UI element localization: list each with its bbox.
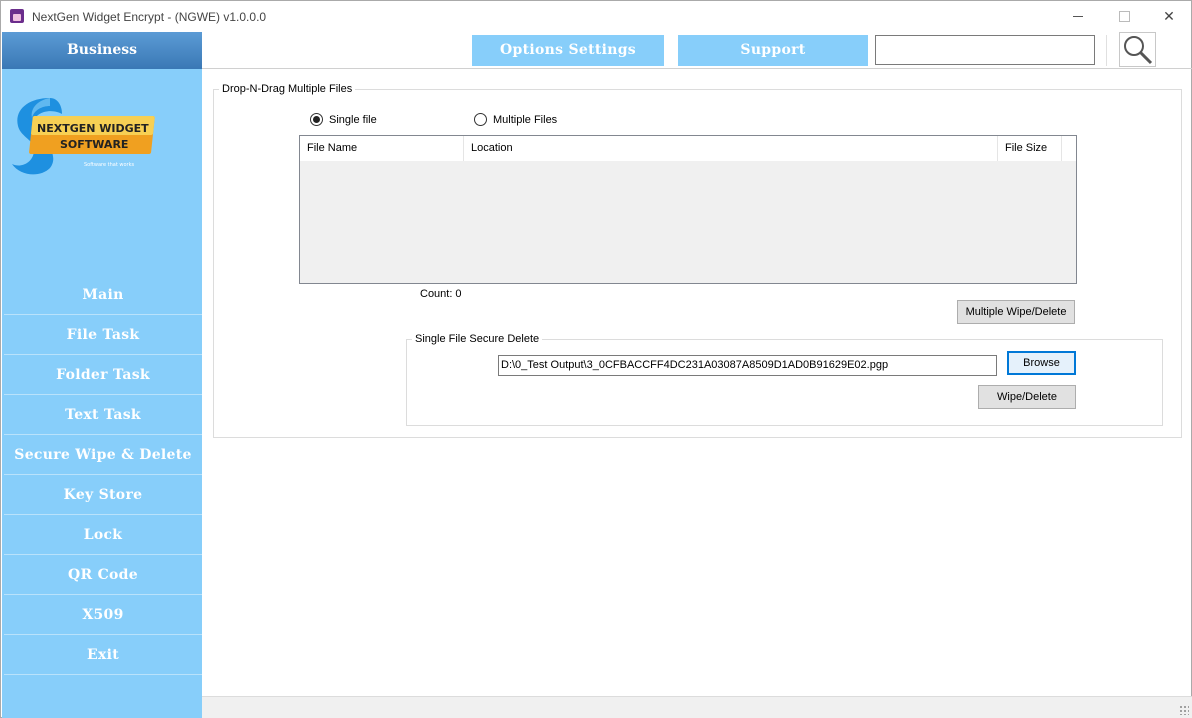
nav-item-lock[interactable]: Lock [4,515,202,555]
sidebar-header: Business [2,32,202,69]
svg-text:SOFTWARE: SOFTWARE [60,138,128,151]
toolbar-divider [1106,35,1107,66]
count-label: Count: 0 [420,288,462,300]
support-button[interactable]: Support [678,35,868,66]
sidebar: Business NEXTGEN WIDGET SOFTWARE Softwar… [2,32,202,718]
column-location[interactable]: Location [464,136,998,161]
close-button[interactable]: ✕ [1146,1,1192,32]
file-path-field[interactable]: D:\0_Test Output\3_0CFBACCFF4DC231A03087… [498,355,997,376]
nav-item-file-task[interactable]: File Task [4,315,202,355]
maximize-button[interactable] [1101,1,1147,32]
count-value: 0 [455,288,462,300]
header-divider [202,68,1192,69]
single-file-radio-label: Single file [329,113,377,126]
svg-text:NEXTGEN WIDGET: NEXTGEN WIDGET [37,122,149,135]
app-window: NextGen Widget Encrypt - (NGWE) v1.0.0.0… [0,0,1192,718]
nav-item-main[interactable]: Main [4,275,202,315]
resize-grip-icon[interactable] [1179,705,1189,715]
column-file-name[interactable]: File Name [300,136,464,161]
company-logo: NEXTGEN WIDGET SOFTWARE Software that wo… [12,98,155,175]
radio-unchecked-icon [474,113,487,126]
options-settings-button[interactable]: Options Settings [472,35,664,66]
nav-item-folder-task[interactable]: Folder Task [4,355,202,395]
window-title: NextGen Widget Encrypt - (NGWE) v1.0.0.0 [32,10,267,24]
count-text: Count: [420,288,453,300]
title-bar: NextGen Widget Encrypt - (NGWE) v1.0.0.0… [1,1,1191,32]
browse-button[interactable]: Browse [1007,351,1076,375]
nav-item-qr-code[interactable]: QR Code [4,555,202,595]
wipe-delete-button[interactable]: Wipe/Delete [978,385,1076,409]
nav-item-text-task[interactable]: Text Task [4,395,202,435]
multiple-files-radio[interactable]: Multiple Files [474,113,557,126]
search-input[interactable] [875,35,1095,65]
multiple-files-radio-label: Multiple Files [493,113,558,126]
single-file-radio[interactable]: Single file [310,113,377,126]
svg-text:Software that works: Software that works [84,162,134,168]
magnifier-icon [1124,36,1153,65]
radio-checked-icon [310,113,323,126]
file-list-header: File Name Location File Size [300,136,1076,161]
app-icon [10,9,24,23]
search-button[interactable] [1119,32,1156,67]
nav-item-exit[interactable]: Exit [4,635,202,675]
minimize-button[interactable] [1055,1,1101,32]
single-file-delete-group-label: Single File Secure Delete [412,333,543,345]
nav-item-x509[interactable]: X509 [4,595,202,635]
multiple-wipe-delete-button[interactable]: Multiple Wipe/Delete [957,300,1075,324]
nav-item-secure-wipe-delete[interactable]: Secure Wipe & Delete [4,435,202,475]
column-file-size[interactable]: File Size [998,136,1062,161]
drop-drag-group-label: Drop-N-Drag Multiple Files [219,83,356,95]
nav-item-key-store[interactable]: Key Store [4,475,202,515]
file-list-view[interactable]: File Name Location File Size [299,135,1077,284]
status-bar [202,696,1192,718]
